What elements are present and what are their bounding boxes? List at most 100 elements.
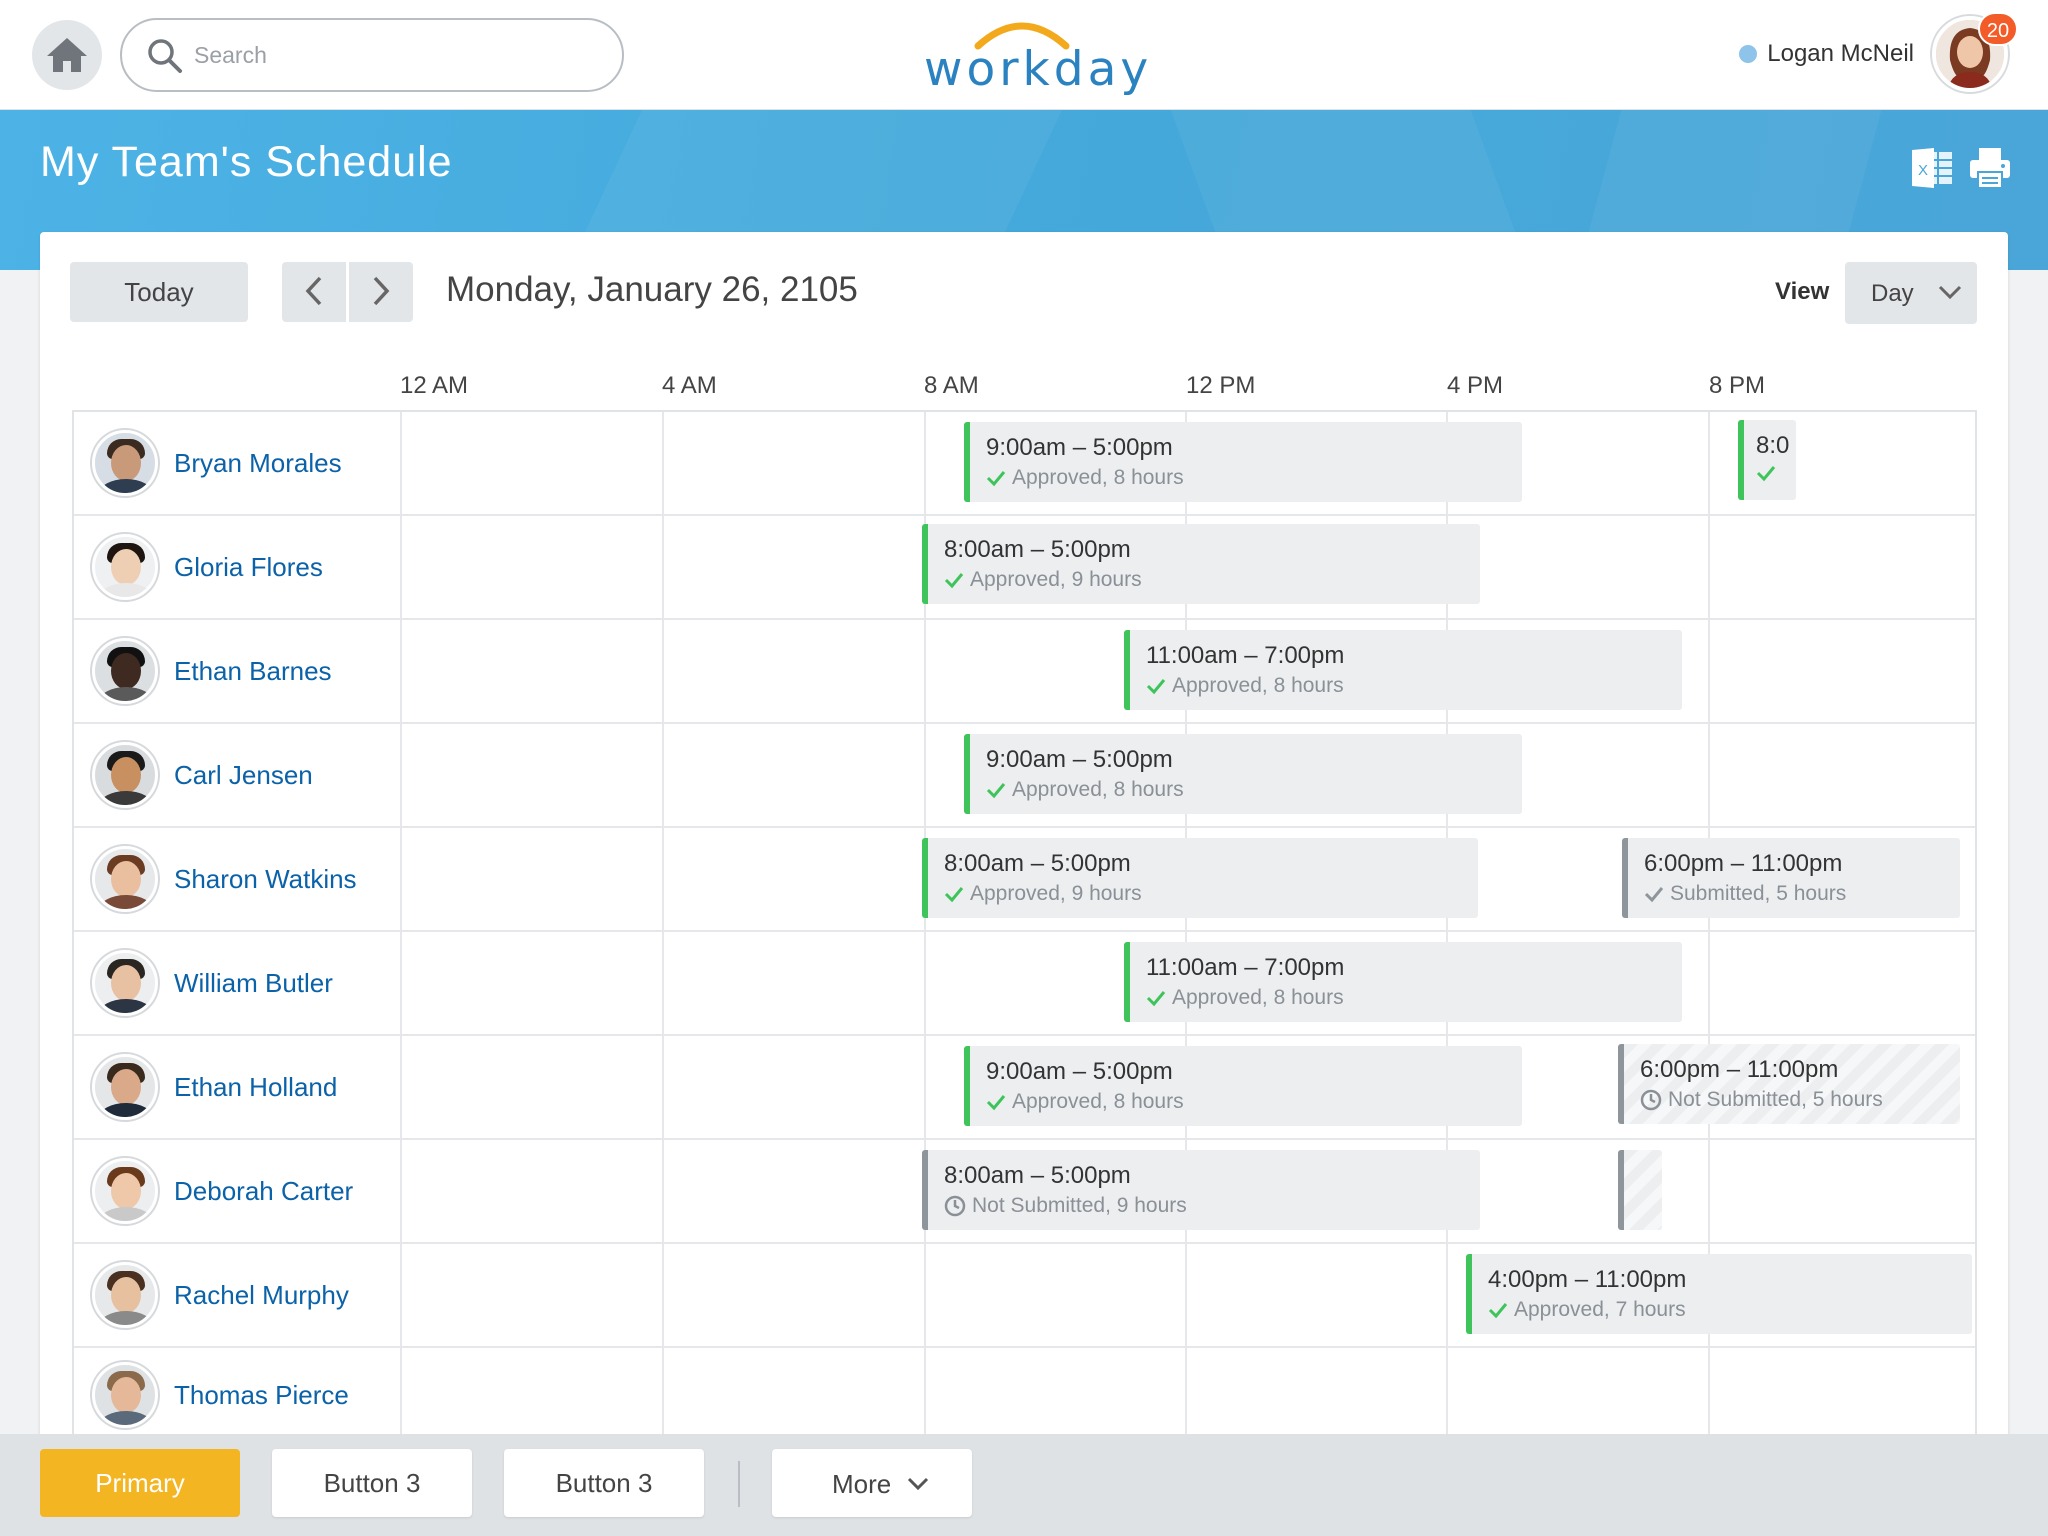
check-icon	[944, 887, 964, 903]
shift-status	[1756, 464, 1782, 482]
user-avatar[interactable]: 20	[1932, 12, 2018, 92]
check-icon	[1756, 466, 1776, 482]
view-select[interactable]: Day	[1845, 262, 1977, 324]
shift-status: Approved, 7 hours	[1488, 1298, 1686, 1322]
shift-block[interactable]: 6:00pm – 11:00pm Submitted, 5 hours	[1622, 838, 1960, 918]
search-field[interactable]	[120, 18, 624, 92]
team-member-name[interactable]: Gloria Flores	[174, 552, 323, 583]
previous-day-button[interactable]	[282, 262, 346, 322]
export-excel-button[interactable]: X	[1910, 146, 1954, 190]
shift-block[interactable]: 4:00pm – 11:00pm Approved, 7 hours	[1466, 1254, 1972, 1334]
home-button[interactable]	[32, 20, 102, 90]
schedule-row: Rachel Murphy 4:00pm – 11:00pm Approved,…	[74, 1244, 1975, 1348]
time-tick: 12 PM	[1186, 372, 1256, 399]
check-icon	[1146, 991, 1166, 1007]
notification-badge[interactable]: 20	[1978, 12, 2018, 46]
team-member-name[interactable]: Deborah Carter	[174, 1176, 353, 1207]
shift-status-text: Approved, 9 hours	[970, 882, 1142, 905]
schedule-row: Sharon Watkins 8:00am – 5:00pm Approved,…	[74, 828, 1975, 932]
team-member-name[interactable]: Carl Jensen	[174, 760, 313, 791]
shift-status: Approved, 8 hours	[986, 778, 1184, 802]
team-member[interactable]: Ethan Holland	[92, 1054, 337, 1120]
more-button[interactable]: More	[772, 1449, 972, 1517]
shift-block[interactable]: 9:00am – 5:00pm Approved, 8 hours	[964, 1046, 1522, 1126]
team-member[interactable]: William Butler	[92, 950, 333, 1016]
shift-time: 8:0	[1756, 432, 1790, 459]
shift-block[interactable]: 8:00am – 5:00pm Not Submitted, 9 hours	[922, 1150, 1480, 1230]
shift-status-text: Approved, 9 hours	[970, 568, 1142, 591]
avatar	[92, 846, 158, 912]
shift-status: Submitted, 5 hours	[1644, 882, 1846, 906]
avatar	[92, 534, 158, 600]
presence-indicator	[1739, 45, 1758, 63]
workday-logo[interactable]: workday	[920, 10, 1148, 100]
primary-button[interactable]: Primary	[40, 1449, 240, 1517]
shift-block[interactable]: 11:00am – 7:00pm Approved, 8 hours	[1124, 942, 1682, 1022]
today-button[interactable]: Today	[70, 262, 248, 322]
team-member-name[interactable]: Sharon Watkins	[174, 864, 357, 895]
shift-status: Approved, 8 hours	[1146, 986, 1344, 1010]
check-icon	[1644, 887, 1664, 903]
shift-status: Approved, 8 hours	[1146, 674, 1344, 698]
page-title: My Team's Schedule	[40, 138, 453, 186]
shift-time: 11:00am – 7:00pm	[1146, 642, 1345, 669]
excel-icon: X	[1912, 148, 1952, 188]
team-member[interactable]: Gloria Flores	[92, 534, 323, 600]
shift-status-text: Not Submitted, 5 hours	[1668, 1088, 1883, 1111]
team-member[interactable]: Carl Jensen	[92, 742, 313, 808]
shift-status: Not Submitted, 9 hours	[944, 1194, 1187, 1218]
search-icon	[148, 39, 182, 73]
team-member[interactable]: Sharon Watkins	[92, 846, 357, 912]
avatar	[92, 430, 158, 496]
shift-block[interactable]: 9:00am – 5:00pm Approved, 8 hours	[964, 734, 1522, 814]
team-member[interactable]: Deborah Carter	[92, 1158, 353, 1224]
team-member[interactable]: Thomas Pierce	[92, 1362, 349, 1428]
chevron-right-icon	[373, 276, 390, 305]
shift-block[interactable]: 8:0	[1738, 420, 1796, 500]
team-member[interactable]: Bryan Morales	[92, 430, 342, 496]
user-menu[interactable]: Logan McNeil 20	[1739, 12, 2018, 94]
check-icon	[986, 471, 1006, 487]
team-member-name[interactable]: Thomas Pierce	[174, 1380, 349, 1411]
shift-status: Approved, 9 hours	[944, 568, 1142, 592]
shift-time: 9:00am – 5:00pm	[986, 1058, 1173, 1085]
avatar	[92, 950, 158, 1016]
next-day-button[interactable]	[349, 262, 413, 322]
schedule-row: Carl Jensen 9:00am – 5:00pm Approved, 8 …	[74, 724, 1975, 828]
time-tick: 12 AM	[400, 372, 469, 399]
team-member-name[interactable]: Rachel Murphy	[174, 1280, 349, 1311]
user-name[interactable]: Logan McNeil	[1767, 40, 1914, 68]
shift-block[interactable]	[1618, 1150, 1662, 1230]
more-button-label: More	[832, 1469, 892, 1499]
print-button[interactable]	[1968, 146, 2012, 190]
shift-status-text: Approved, 8 hours	[1172, 674, 1344, 697]
shift-time: 4:00pm – 11:00pm	[1488, 1266, 1687, 1293]
avatar	[92, 638, 158, 704]
shift-status-text: Submitted, 5 hours	[1670, 882, 1847, 905]
team-member[interactable]: Ethan Barnes	[92, 638, 332, 704]
shift-status-text: Approved, 7 hours	[1514, 1298, 1686, 1321]
avatar	[92, 742, 158, 808]
shift-block[interactable]: 11:00am – 7:00pm Approved, 8 hours	[1124, 630, 1682, 710]
print-icon	[1970, 148, 2010, 189]
current-date: Monday, January 26, 2105	[446, 270, 858, 309]
time-tick: 4 PM	[1447, 372, 1504, 399]
shift-block[interactable]: 9:00am – 5:00pm Approved, 8 hours	[964, 422, 1522, 502]
team-member[interactable]: Rachel Murphy	[92, 1262, 349, 1328]
shift-block[interactable]: 8:00am – 5:00pm Approved, 9 hours	[922, 524, 1480, 604]
button-3[interactable]: Button 3	[272, 1449, 472, 1517]
team-member-name[interactable]: Bryan Morales	[174, 448, 342, 479]
shift-block[interactable]: 6:00pm – 11:00pm Not Submitted, 5 hours	[1618, 1044, 1960, 1124]
logo-wordmark: workday	[924, 42, 1153, 97]
view-label: View	[1775, 278, 1830, 305]
team-member-name[interactable]: Ethan Holland	[174, 1072, 337, 1103]
search-input[interactable]	[194, 34, 594, 76]
team-member-name[interactable]: William Butler	[174, 968, 333, 999]
team-member-name[interactable]: Ethan Barnes	[174, 656, 332, 687]
button-3-second[interactable]: Button 3	[504, 1449, 704, 1517]
shift-block[interactable]: 8:00am – 5:00pm Approved, 9 hours	[922, 838, 1478, 918]
shift-status-text: Approved, 8 hours	[1012, 1090, 1184, 1113]
timeline-header: 12 AM 4 AM 8 AM 12 PM 4 PM 8 PM	[400, 372, 1974, 402]
avatar	[92, 1262, 158, 1328]
shift-status: Not Submitted, 5 hours	[1640, 1088, 1883, 1112]
